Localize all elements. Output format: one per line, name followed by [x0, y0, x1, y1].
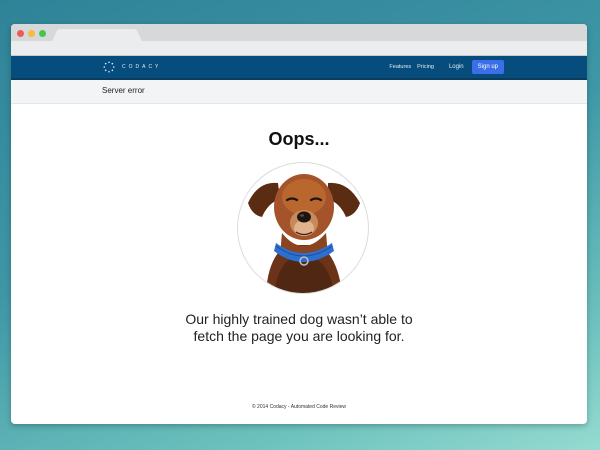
footer-copyright: © 2014 Codacy - Automated Code Review	[251, 404, 346, 410]
nav-link-features[interactable]: Features	[389, 64, 411, 70]
browser-tab[interactable]	[61, 29, 133, 41]
error-message: Our highly trained dog wasn’t able to fe…	[11, 311, 587, 345]
dog-photo	[237, 162, 369, 294]
page-title: Server error	[102, 86, 145, 95]
codacy-logo[interactable]: CODACY	[103, 61, 161, 73]
main-content: Oops... Our highly trained dog wasn’t ab…	[11, 104, 587, 424]
window-controls	[17, 30, 46, 37]
nav-link-pricing[interactable]: Pricing	[417, 64, 434, 70]
nav-menu: Features Pricing Login Sign up	[383, 60, 504, 74]
browser-chrome	[11, 24, 587, 56]
error-message-line-2: fetch the page you are looking for.	[193, 328, 405, 344]
maximize-window-button[interactable]	[39, 30, 46, 37]
site-navbar: CODACY Features Pricing Login Sign up	[11, 56, 587, 80]
login-link[interactable]: Login	[449, 64, 464, 70]
browser-toolbar	[11, 41, 587, 55]
error-heading: Oops...	[268, 129, 330, 149]
browser-window: CODACY Features Pricing Login Sign up Se…	[11, 24, 587, 424]
close-window-button[interactable]	[17, 30, 24, 37]
logo-text: CODACY	[122, 64, 162, 70]
error-message-line-1: Our highly trained dog wasn’t able to	[185, 311, 413, 327]
signup-button[interactable]: Sign up	[471, 60, 504, 74]
minimize-window-button[interactable]	[28, 30, 35, 37]
codacy-logo-icon	[103, 61, 115, 73]
subheader-bar: Server error	[11, 80, 587, 104]
dog-illustration	[248, 174, 360, 293]
